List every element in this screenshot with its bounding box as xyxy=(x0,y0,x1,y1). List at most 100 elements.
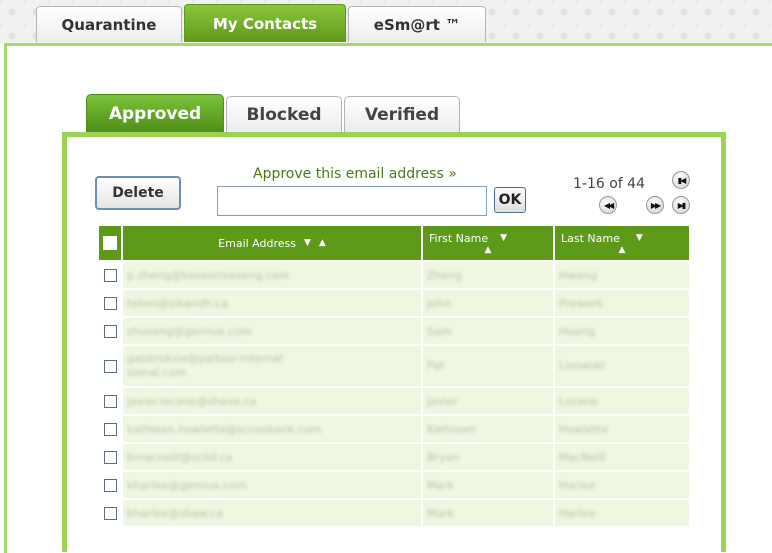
email-header-label: Email Address xyxy=(218,236,296,250)
email-cell: shuseng@gennus.com xyxy=(123,318,421,344)
email-value: gabbroksie@paltsor-internatsional.com xyxy=(127,352,284,379)
first-name-header[interactable]: First Name ▼ ▲ xyxy=(423,226,553,260)
contacts-table: Email Address ▼ ▲ First Name ▼ ▲ Last Na… xyxy=(97,224,691,528)
email-cell: tellen@sikandh.ca xyxy=(123,290,421,316)
row-checkbox[interactable] xyxy=(103,506,117,520)
row-check-cell xyxy=(99,388,121,414)
row-check-cell xyxy=(99,500,121,526)
first-name-value: Zheng xyxy=(427,268,463,282)
table-row: bmacneill@sclid.ca Bryan MacNeill xyxy=(99,444,689,470)
select-all-checkbox[interactable] xyxy=(103,236,117,250)
last-page-icon[interactable]: ▶▮ xyxy=(672,196,690,214)
last-name-cell: Harlee xyxy=(555,500,689,526)
table-row: javier.locano@shave.ca Javier Lozano xyxy=(99,388,689,414)
table-row: kharlee@gennus.com Mark Harlee xyxy=(99,472,689,498)
first-name-cell: Javier xyxy=(423,388,553,414)
tab-quarantine[interactable]: Quarantine xyxy=(36,6,182,42)
tab-blocked[interactable]: Blocked xyxy=(226,96,342,132)
last-name-cell: Hwang xyxy=(555,262,689,288)
row-checkbox[interactable] xyxy=(103,394,117,408)
row-check-cell xyxy=(99,290,121,316)
row-checkbox[interactable] xyxy=(103,296,117,310)
last-name-value: Harlee xyxy=(559,506,596,520)
row-check-cell xyxy=(99,444,121,470)
last-name-value: Hwang xyxy=(559,268,597,282)
first-name-value: Javier xyxy=(427,394,458,408)
next-page-icon[interactable]: ▶▶ xyxy=(646,196,664,214)
row-check-cell xyxy=(99,416,121,442)
select-all-cell xyxy=(99,226,121,260)
sort-ascending-icon[interactable]: ▲ xyxy=(561,245,683,255)
email-value: bmacneill@sclid.ca xyxy=(127,450,233,464)
sort-ascending-icon[interactable]: ▲ xyxy=(319,238,326,248)
delete-button[interactable]: Delete xyxy=(95,176,181,210)
email-cell: kharlee@gennus.com xyxy=(123,472,421,498)
email-value: javier.locano@shave.ca xyxy=(127,394,257,408)
last-name-cell: Huang xyxy=(555,318,689,344)
row-checkbox[interactable] xyxy=(103,324,117,338)
last-name-cell: MacNeill xyxy=(555,444,689,470)
row-checkbox[interactable] xyxy=(103,422,117,436)
first-name-value: Sam xyxy=(427,324,452,338)
sort-descending-icon[interactable]: ▼ xyxy=(304,238,311,248)
row-check-cell xyxy=(99,472,121,498)
row-checkbox[interactable] xyxy=(103,478,117,492)
first-name-cell: Bryan xyxy=(423,444,553,470)
first-name-cell: Zheng xyxy=(423,262,553,288)
tab-my-contacts[interactable]: My Contacts xyxy=(184,4,346,42)
tab-approved[interactable]: Approved xyxy=(86,94,224,132)
table-header-row: Email Address ▼ ▲ First Name ▼ ▲ Last Na… xyxy=(99,226,689,260)
table-row: tellen@sikandh.ca John Prewerk xyxy=(99,290,689,316)
page-count: 1-16 of 44 xyxy=(573,176,645,192)
tab-esmart[interactable]: eSm@rt ™ xyxy=(348,6,486,42)
email-value: p.zheng@bosestreeseng.com xyxy=(127,268,290,282)
first-name-value: Kathleen xyxy=(427,422,476,436)
last-name-value: Howlette xyxy=(559,422,609,436)
row-check-cell xyxy=(99,346,121,386)
last-name-cell: Harlee xyxy=(555,472,689,498)
row-check-cell xyxy=(99,318,121,344)
sort-descending-icon[interactable]: ▼ xyxy=(636,233,643,243)
row-checkbox[interactable] xyxy=(103,268,117,282)
table-row: shuseng@gennus.com Sam Huang xyxy=(99,318,689,344)
email-value: kharlee@gennus.com xyxy=(127,478,247,492)
email-value: shuseng@gennus.com xyxy=(127,324,252,338)
last-name-value: Huang xyxy=(559,324,595,338)
last-name-value: MacNeill xyxy=(559,450,606,464)
email-cell: bmacneill@sclid.ca xyxy=(123,444,421,470)
first-name-value: Bryan xyxy=(427,450,460,464)
email-header[interactable]: Email Address ▼ ▲ xyxy=(123,226,421,260)
last-name-header-label: Last Name xyxy=(561,231,620,245)
first-name-value: Pat xyxy=(427,359,445,372)
first-page-icon[interactable]: ▮◀ xyxy=(672,171,690,189)
row-check-cell xyxy=(99,262,121,288)
last-name-cell: Lozano xyxy=(555,388,689,414)
row-checkbox[interactable] xyxy=(103,359,117,373)
email-cell: p.zheng@bosestreeseng.com xyxy=(123,262,421,288)
last-name-header[interactable]: Last Name ▼ ▲ xyxy=(555,226,689,260)
last-name-cell: Prewerk xyxy=(555,290,689,316)
table-row: p.zheng@bosestreeseng.com Zheng Hwang xyxy=(99,262,689,288)
first-name-cell: Sam xyxy=(423,318,553,344)
last-name-value: Lisowski xyxy=(559,359,605,372)
first-name-header-label: First Name xyxy=(429,231,489,245)
first-name-cell: Kathleen xyxy=(423,416,553,442)
email-cell: javier.locano@shave.ca xyxy=(123,388,421,414)
email-value: tellen@sikandh.ca xyxy=(127,296,228,310)
row-checkbox[interactable] xyxy=(103,450,117,464)
first-name-cell: Mark xyxy=(423,500,553,526)
sort-descending-icon[interactable]: ▼ xyxy=(500,233,507,243)
tab-verified[interactable]: Verified xyxy=(344,96,460,132)
first-name-value: Mark xyxy=(427,506,455,520)
email-value: kathleen.howlette@sccosbank.com xyxy=(127,422,322,436)
email-cell: kathleen.howlette@sccosbank.com xyxy=(123,416,421,442)
first-name-cell: John xyxy=(423,290,553,316)
email-cell: kharlee@shaw.ca xyxy=(123,500,421,526)
last-name-cell: Howlette xyxy=(555,416,689,442)
email-cell: gabbroksie@paltsor-internatsional.com xyxy=(123,346,421,386)
sort-ascending-icon[interactable]: ▲ xyxy=(429,245,547,255)
ok-button[interactable]: OK xyxy=(494,187,526,213)
approve-email-input[interactable] xyxy=(217,186,487,216)
first-name-cell: Mark xyxy=(423,472,553,498)
previous-page-icon[interactable]: ◀◀ xyxy=(599,196,617,214)
